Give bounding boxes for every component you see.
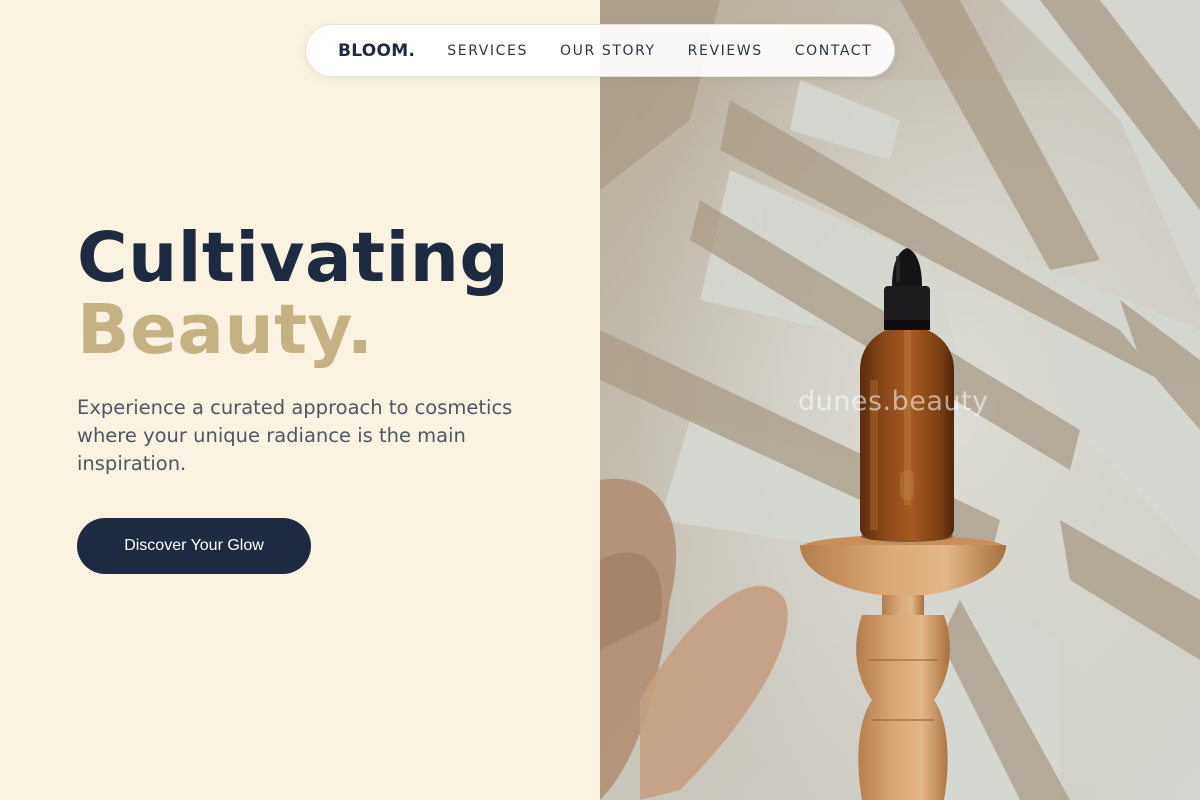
discover-your-glow-button[interactable]: Discover Your Glow (77, 518, 311, 574)
nav-link-services[interactable]: SERVICES (447, 43, 528, 59)
hero-image: dunes.beauty (600, 0, 1200, 800)
top-nav: BLOOM. SERVICES OUR STORY REVIEWS CONTAC… (305, 24, 895, 77)
headline-line-2: Beauty. (77, 290, 374, 370)
watermark: dunes.beauty (798, 386, 989, 417)
nav-link-reviews[interactable]: REVIEWS (688, 43, 763, 59)
headline-line-1: Cultivating (77, 218, 510, 298)
hero-section: Cultivating Beauty. Experience a curated… (0, 0, 600, 800)
nav-link-contact[interactable]: CONTACT (795, 43, 873, 59)
hero-headline: Cultivating Beauty. (77, 222, 509, 366)
page: Cultivating Beauty. Experience a curated… (0, 0, 1200, 800)
hero-subtext: Experience a curated approach to cosmeti… (77, 396, 513, 475)
nav-link-our-story[interactable]: OUR STORY (560, 43, 656, 59)
brand-logo[interactable]: BLOOM. (338, 41, 415, 61)
